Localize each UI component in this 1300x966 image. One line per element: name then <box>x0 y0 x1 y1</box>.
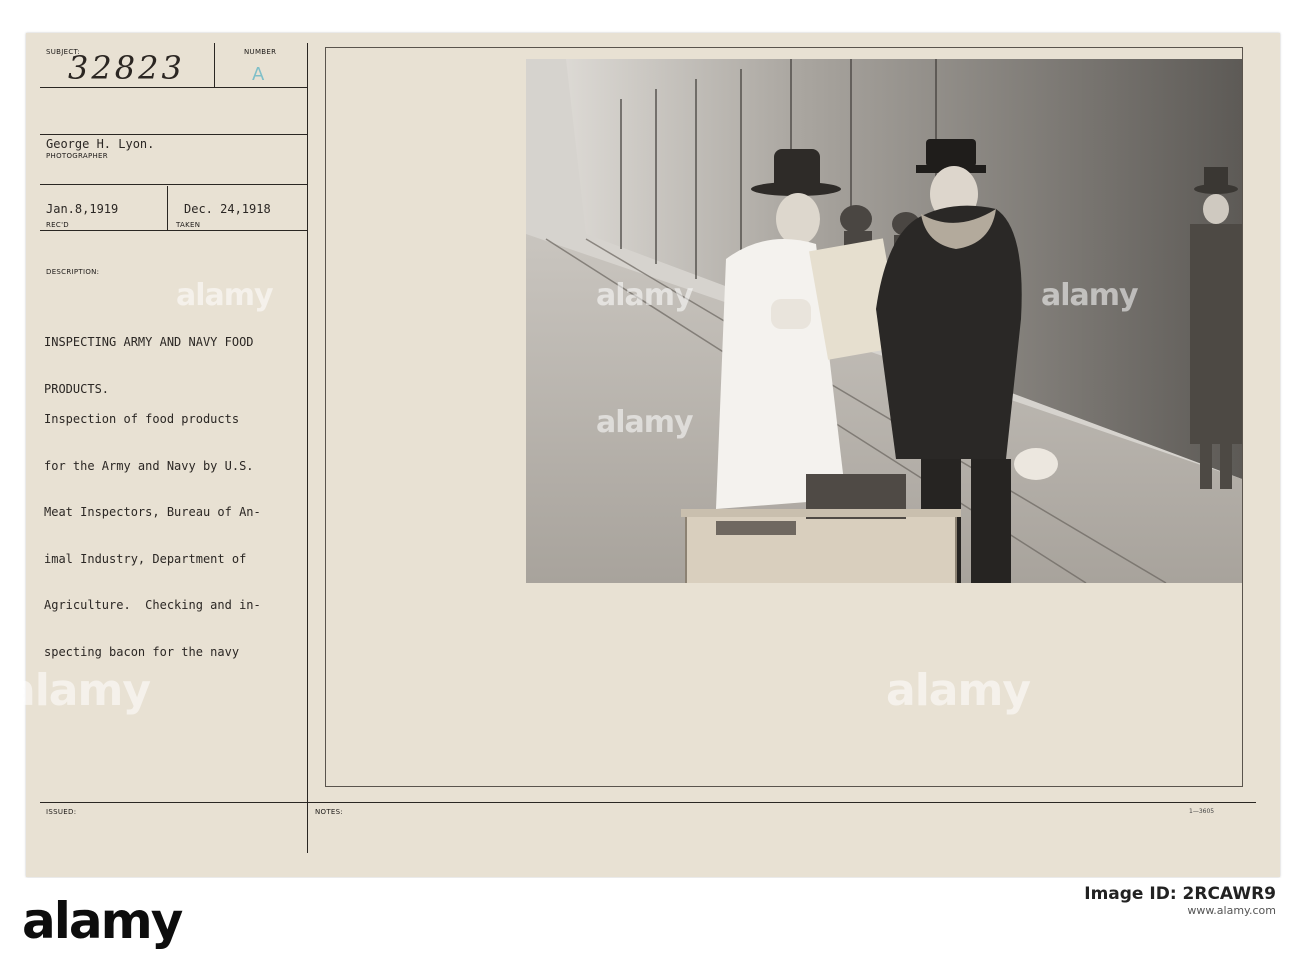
watermark: alamy <box>6 665 151 716</box>
taken-label: TAKEN <box>176 221 201 229</box>
watermark: alamy <box>1041 278 1139 313</box>
alamy-image-id: Image ID: 2RCAWR9 <box>1084 884 1276 904</box>
number-label: NUMBER <box>244 48 277 56</box>
alamy-logo: alamy <box>22 892 183 950</box>
divider <box>40 184 308 185</box>
issued-label: ISSUED: <box>46 808 77 816</box>
divider <box>40 87 308 88</box>
description-body-line: Meat Inspectors, Bureau of An- <box>44 505 261 519</box>
form-number: 1—3605 <box>1189 808 1215 815</box>
subject-number: 32823 <box>68 49 185 87</box>
alamy-footer-bar: alamy Image ID: 2RCAWR9 www.alamy.com <box>0 878 1300 966</box>
photographer-label: PHOTOGRAPHER <box>46 152 108 160</box>
divider <box>307 43 308 853</box>
taken-date: Dec. 24,1918 <box>184 202 271 216</box>
description-body-line: imal Industry, Department of <box>44 551 247 566</box>
description-title-line: INSPECTING ARMY AND NAVY FOOD <box>44 335 254 349</box>
alamy-url: www.alamy.com <box>1187 904 1276 917</box>
divider <box>214 43 215 87</box>
watermark: alamy <box>176 278 274 313</box>
divider <box>40 134 308 135</box>
description-label: DESCRIPTION: <box>46 268 100 276</box>
number-letter: A <box>252 64 265 85</box>
photograph-illustration <box>526 59 1242 583</box>
divider <box>40 230 308 231</box>
divider <box>167 186 168 230</box>
description-body-line: Agriculture. Checking and in- <box>44 598 261 612</box>
watermark: alamy <box>596 278 694 313</box>
photograph <box>526 59 1242 583</box>
received-label: REC'D <box>46 221 69 229</box>
description-body-line: Inspection of food products <box>44 412 240 426</box>
photographer-name: George H. Lyon. <box>46 137 155 151</box>
notes-label: NOTES: <box>315 808 344 816</box>
alamy-image-info: Image ID: 2RCAWR9 www.alamy.com <box>1084 884 1276 917</box>
watermark: alamy <box>596 405 694 440</box>
description-body: Inspection of food products for the Army… <box>44 381 261 691</box>
watermark: alamy <box>886 665 1031 716</box>
description-body-line: specting bacon for the navy <box>44 644 240 659</box>
description-body-line: for the Army and Navy by U.S. <box>44 458 254 473</box>
divider <box>40 802 1256 803</box>
archive-record-card: SUBJECT: NUMBER 32823 A George H. Lyon. … <box>6 33 1280 877</box>
received-date: Jan.8,1919 <box>46 202 119 216</box>
